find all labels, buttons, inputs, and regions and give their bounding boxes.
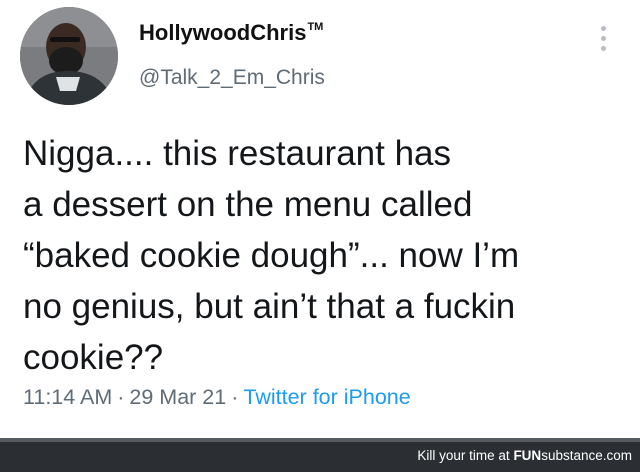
meta-separator: · (117, 385, 125, 409)
watermark-text: Kill your time at FUNsubstance.com (417, 448, 632, 463)
user-handle[interactable]: @Talk_2_Em_Chris (139, 66, 325, 90)
watermark-footer: Kill your time at FUNsubstance.com (0, 438, 640, 472)
display-name[interactable]: HollywoodChrisTM (139, 20, 323, 46)
trademark-symbol: TM (307, 21, 324, 33)
meta-separator: · (231, 385, 239, 409)
display-name-text: HollywoodChris (139, 20, 307, 45)
vertical-ellipsis-icon[interactable] (598, 26, 608, 52)
tweet-text: Nigga.... this restaurant has a dessert … (23, 128, 623, 383)
watermark-caption: Kill your time at (417, 448, 510, 463)
profile-photo (20, 7, 118, 105)
tweet-time[interactable]: 11:14 AM (23, 385, 112, 409)
tweet-card: HollywoodChrisTM @Talk_2_Em_Chris Nigga.… (0, 0, 640, 438)
tweet-text-line: “baked cookie dough”... now I’m (23, 236, 520, 275)
tweet-text-line: no genius, but ain’t that a fuckin (23, 287, 516, 326)
watermark-brand: FUNsubstance.com (513, 448, 632, 463)
tweet-date[interactable]: 29 Mar 21 (129, 385, 226, 409)
avatar[interactable] (20, 7, 118, 105)
tweet-metadata: 11:14 AM · 29 Mar 21 · Twitter for iPhone (23, 385, 411, 410)
tweet-text-line: a dessert on the menu called (23, 185, 473, 224)
tweet-text-line: cookie?? (23, 338, 164, 377)
tweet-source-link[interactable]: Twitter for iPhone (243, 385, 410, 409)
tweet-text-line: Nigga.... this restaurant has (23, 134, 451, 173)
